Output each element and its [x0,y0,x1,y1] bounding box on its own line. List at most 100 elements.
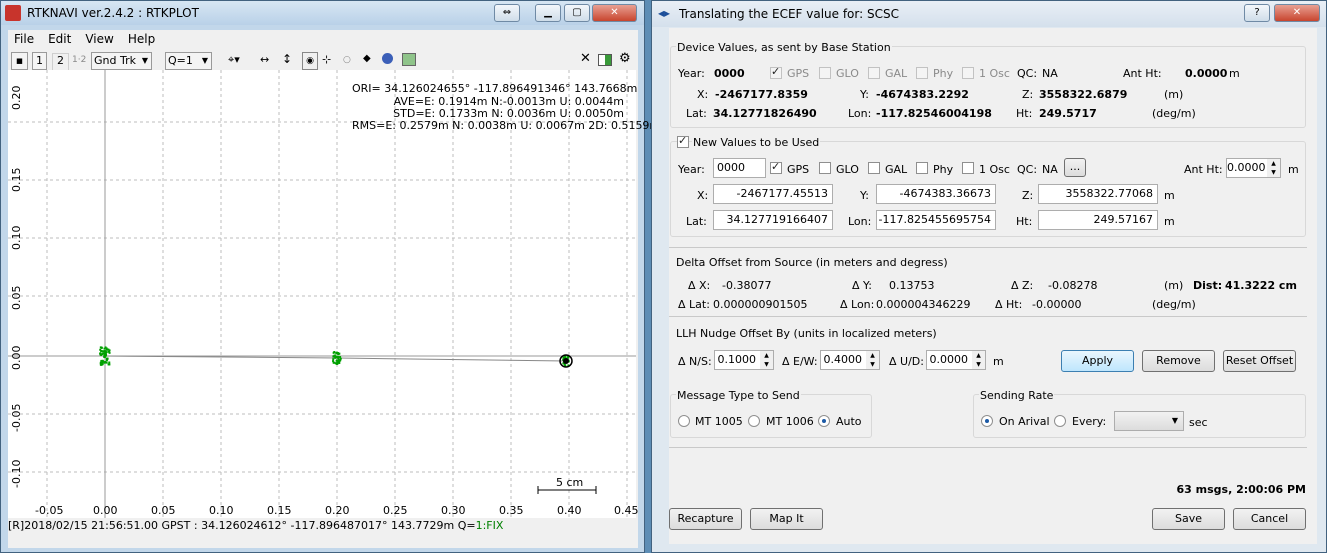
close-button[interactable]: ✕ [592,4,637,22]
help-button[interactable]: ? [1244,4,1270,22]
minimize-button[interactable]: ▁ [535,4,561,22]
menu-help[interactable]: Help [128,32,155,46]
new-xyz-unit: m [1164,189,1175,202]
device-phy-label: Phy [933,67,954,80]
device-x-label: X: [697,88,709,101]
new-lon-input[interactable]: -117.825455695754 [876,210,996,230]
y-tick-label: 0.15 [10,167,23,193]
close-file-icon[interactable]: ✕ [580,51,591,66]
delta-xyz-unit: (m) [1164,279,1184,292]
new-lon-label: Lon: [848,215,872,228]
new-qc-value: NA [1042,163,1058,176]
save-button[interactable]: Save [1152,508,1225,530]
mt1005-radio[interactable] [678,415,690,427]
dialog-close-button[interactable]: ✕ [1274,4,1320,22]
position-point [101,353,104,356]
fix-center-icon[interactable]: ◉ [302,52,318,70]
remove-button[interactable]: Remove [1142,350,1215,372]
menu-edit[interactable]: Edit [48,32,71,46]
new-gps-checkbox[interactable] [770,160,782,174]
new-x-input[interactable]: -2467177.45513 [713,184,833,204]
new-ant-spinner[interactable]: ▲ ▼ [1267,158,1281,178]
recapture-button[interactable]: Recapture [669,508,742,530]
nudge-ew-spinner[interactable]: ▲ ▼ [866,350,880,370]
center-origin-icon[interactable]: ⌖▾ [228,53,240,67]
menu-view[interactable]: View [85,32,113,46]
apply-button[interactable]: Apply [1061,350,1134,372]
y-tick-label: 0.00 [10,345,23,371]
new-gps-label: GPS [787,163,810,176]
fix-status: 1:FIX [475,519,504,532]
point-icon[interactable]: ○ [343,55,351,65]
new-gal-checkbox[interactable] [868,162,880,174]
position-point [332,355,335,358]
globe-icon[interactable] [382,53,393,64]
new-y-input[interactable]: -4674383.36673 [876,184,996,204]
new-year-label: Year: [678,163,705,176]
rover12-button[interactable]: 1·2 [72,55,86,65]
new-glo-checkbox[interactable] [819,162,831,174]
rover2-button[interactable]: 2 [52,53,69,71]
restore-size-button[interactable]: ⇔ [494,4,520,22]
menu-file[interactable]: File [14,32,34,46]
device-qc-label: QC: [1017,67,1038,80]
point-filled-icon[interactable]: ◆ [363,53,371,64]
new-ant-input[interactable]: 0.0000 [1226,158,1268,178]
maximize-button[interactable]: ▢ [564,4,590,22]
new-osc-checkbox[interactable] [962,162,974,174]
position-point [332,351,335,354]
chevron-down-icon: ▼ [201,56,208,65]
x-tick-label: 0.30 [441,504,466,517]
nudge-legend: LLH Nudge Offset By (units in localized … [676,327,937,340]
new-lat-input[interactable]: 34.127719166407 [713,210,833,230]
auto-label: Auto [836,415,862,428]
fit-horizontal-icon[interactable]: ↔ [260,53,269,66]
delta-x-label: Δ X: [688,279,711,292]
nudge-ns-input[interactable]: 0.1000 [714,350,761,370]
nudge-ew-input[interactable]: 0.4000 [820,350,867,370]
position-point [103,350,106,353]
quality-select[interactable]: Q=1 ▼ [165,52,212,70]
position-point [332,358,335,361]
window-title: RTKNAVI ver.2.4.2 : RTKPLOT [27,6,199,20]
divider [669,316,1307,317]
delta-y-value: 0.13753 [889,279,935,292]
map-icon[interactable] [402,53,416,66]
nudge-ew-label: Δ E/W: [782,355,818,368]
device-z-value: 3558322.6879 [1039,88,1128,101]
scale-label: 5 cm [556,476,584,489]
window-toggle-icon[interactable] [598,54,612,66]
nudge-ud-input[interactable]: 0.0000 [926,350,973,370]
device-osc-checkbox [962,67,974,79]
qc-more-button[interactable]: ... [1064,158,1086,177]
new-year-input[interactable]: 0000 [713,158,766,178]
fit-vertical-icon[interactable]: ↕ [282,52,292,66]
record-toggle-button[interactable]: ▪ [11,52,28,70]
new-z-input[interactable]: 3558322.77068 [1038,184,1158,204]
rover1-button[interactable]: 1 [32,52,47,70]
nudge-ns-spinner[interactable]: ▲ ▼ [760,350,774,370]
map-it-button[interactable]: Map It [750,508,823,530]
crosshair-icon[interactable]: ⊹ [322,53,331,66]
gear-icon[interactable]: ⚙ [619,51,631,66]
auto-radio[interactable] [818,415,830,427]
sec-label: sec [1189,416,1208,429]
plot-type-select[interactable]: Gnd Trk ▼ [91,52,152,70]
new-phy-checkbox[interactable] [916,162,928,174]
mt1006-radio[interactable] [748,415,760,427]
device-ht-value: 249.5717 [1039,107,1097,120]
nudge-ud-spinner[interactable]: ▲ ▼ [972,350,986,370]
device-xyz-unit: (m) [1164,88,1184,101]
nudge-ns-label: Δ N/S: [678,355,712,368]
rate-select[interactable]: ▼ [1114,411,1184,431]
every-radio[interactable] [1054,415,1066,427]
status-text: [R]2018/02/15 21:56:51.00 GPST : 34.1260… [8,519,476,532]
new-ht-input[interactable]: 249.57167 [1038,210,1158,230]
ground-track-plot[interactable] [8,70,636,518]
new-values-checkbox[interactable] [677,134,689,148]
on-arrival-radio[interactable] [981,415,993,427]
device-legend: Device Values, as sent by Base Station [676,41,892,54]
cancel-button[interactable]: Cancel [1233,508,1306,530]
reset-offset-button[interactable]: Reset Offset [1223,350,1296,372]
delta-lon-label: Δ Lon: [840,298,875,311]
